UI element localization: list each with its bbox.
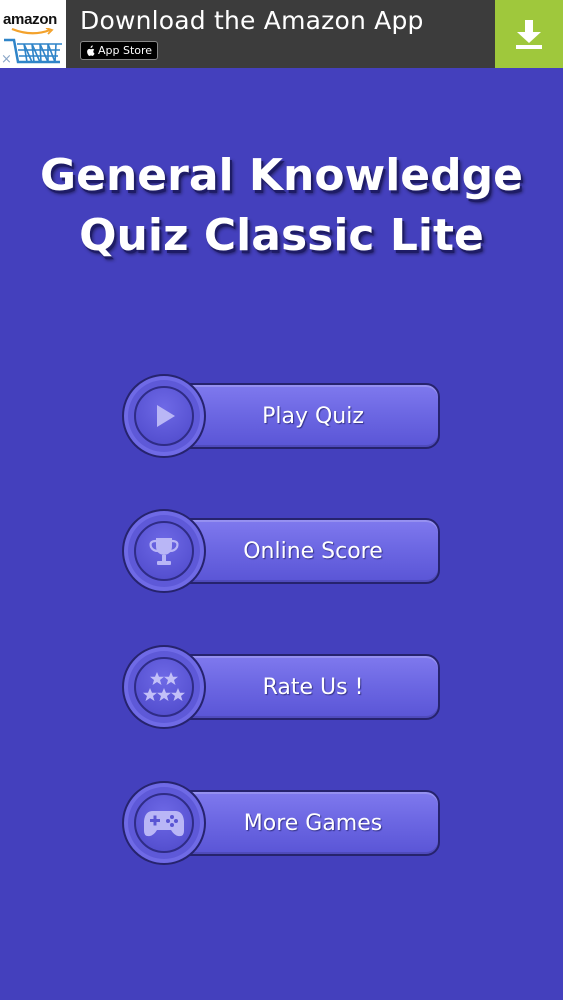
- more-games-label: More Games: [243, 810, 383, 836]
- trophy-icon: [149, 538, 179, 565]
- amazon-smile-icon: [11, 28, 54, 35]
- app-title-line1: General Knowledge: [40, 150, 523, 201]
- app-title-line2: Quiz Classic Lite: [79, 210, 484, 261]
- app-store-label: App Store: [98, 44, 153, 57]
- more-games-button[interactable]: More Games: [122, 781, 442, 865]
- online-score-badge: [122, 509, 206, 593]
- rate-us-badge: [122, 645, 206, 729]
- ad-banner[interactable]: amazon × Download the Amazon App App Sto…: [0, 0, 563, 68]
- more-games-badge: [122, 781, 206, 865]
- amazon-logo[interactable]: amazon ×: [0, 0, 66, 68]
- stars-icon: [143, 672, 185, 701]
- apple-icon: [87, 44, 95, 56]
- play-quiz-label: Play Quiz: [262, 403, 364, 429]
- rate-us-button[interactable]: Rate Us !: [122, 645, 442, 729]
- close-icon[interactable]: ×: [1, 53, 15, 67]
- app-store-badge[interactable]: App Store: [80, 41, 159, 60]
- download-icon: [516, 20, 542, 49]
- online-score-label: Online Score: [243, 538, 383, 564]
- app-title: General Knowledge Quiz Classic Lite: [0, 146, 563, 266]
- gamepad-icon: [144, 811, 184, 837]
- ad-headline[interactable]: Download the Amazon App: [80, 6, 424, 35]
- play-quiz-badge: [122, 374, 206, 458]
- rate-us-label: Rate Us !: [262, 674, 364, 700]
- play-quiz-button[interactable]: Play Quiz: [122, 374, 442, 458]
- online-score-button[interactable]: Online Score: [122, 509, 442, 593]
- download-button[interactable]: [495, 0, 563, 68]
- play-icon: [157, 405, 175, 427]
- amazon-logo-text: amazon: [3, 11, 58, 28]
